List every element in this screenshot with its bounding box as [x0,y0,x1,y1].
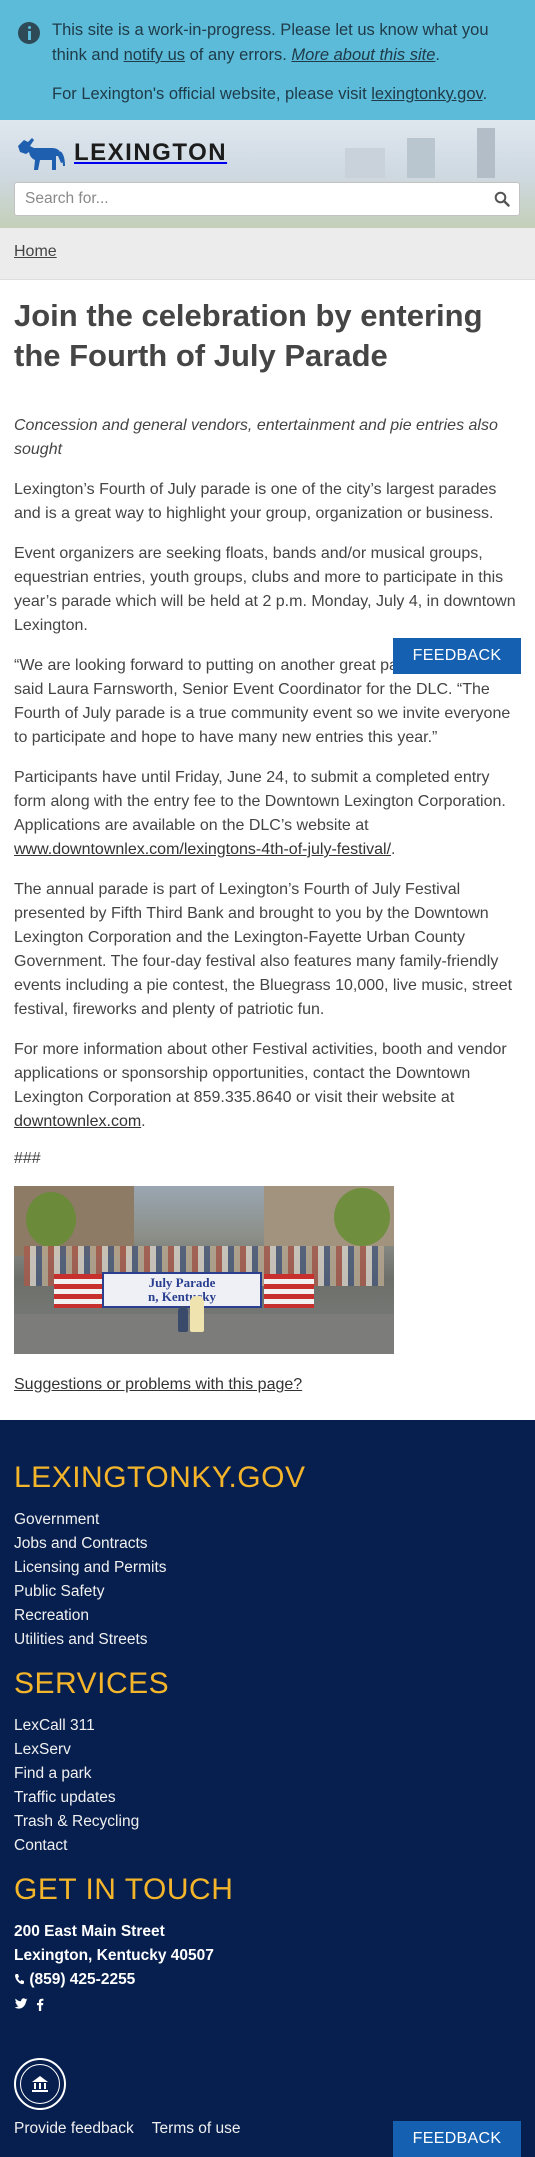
skyline-building [477,128,495,178]
footer-contact-heading: GET IN TOUCH [14,1873,234,1906]
city-seal-building [32,2076,48,2092]
breadcrumb-home-link[interactable]: Home [14,243,57,260]
provide-feedback-link[interactable]: Provide feedback [14,2120,134,2138]
footer-link-contact[interactable]: Contact [14,1837,67,1854]
footer-link-item: LexCall 311 [14,1714,521,1738]
footer-link-item: Jobs and Contracts [14,1532,521,1556]
footer-link-jobs[interactable]: Jobs and Contracts [14,1535,148,1552]
dlc-festival-link[interactable]: www.downtownlex.com/lexingtons-4th-of-ju… [14,841,391,858]
address-line-2: Lexington, Kentucky 40507 [14,1947,214,1964]
footer-link-public-safety[interactable]: Public Safety [14,1583,104,1600]
footer-link-item: Utilities and Streets [14,1628,521,1652]
footer-link-utilities[interactable]: Utilities and Streets [14,1631,148,1648]
end-marker: ### [14,1150,41,1167]
feedback-button[interactable]: FEEDBACK [393,638,521,674]
search-icon [494,191,510,207]
photo-parade-banner: July Parade n, Kentucky [102,1272,262,1308]
twitter-icon[interactable] [14,1998,28,2010]
footer-link-item: Contact [14,1834,521,1858]
article-paragraph: Participants have until Friday, June 24,… [14,766,521,862]
footer-link-item: Trash & Recycling [14,1810,521,1834]
about-site-link[interactable]: More about this site [291,46,435,64]
breadcrumb: Home [0,228,535,280]
social-links [14,1994,521,2014]
banner-text-3: . [435,46,441,64]
photo-banner-text: July Parade [148,1275,216,1290]
footer-link-traffic[interactable]: Traffic updates [14,1789,116,1806]
photo-banner-text: n, Kentucky [148,1289,216,1304]
skyline-building [345,148,385,178]
footer-link-item: Traffic updates [14,1786,521,1810]
site-footer: LEXINGTONKY.GOV Government Jobs and Cont… [0,1420,535,2157]
photo-road [14,1314,394,1354]
footer-link-lexcall[interactable]: LexCall 311 [14,1717,95,1734]
facebook-icon[interactable] [36,1998,44,2011]
footer-link-item: Licensing and Permits [14,1556,521,1580]
search-input[interactable] [15,184,485,214]
phone-line[interactable]: (859) 425-2255 [14,1968,521,1992]
footer-link-item: Government [14,1508,521,1532]
search-bar [14,182,520,216]
footer-link-item: Public Safety [14,1580,521,1604]
suggestions-line: Suggestions or problems with this page? [14,1376,521,1420]
downtownlex-link[interactable]: downtownlex.com [14,1113,141,1130]
footer-site-heading: LEXINGTONKY.GOV [14,1461,306,1494]
skyline-building [407,138,435,178]
horse-logo-icon [18,138,65,170]
official-site-link[interactable]: lexingtonky.gov [371,85,482,103]
photo-person [190,1296,204,1332]
city-seal-icon [14,2058,66,2110]
official-end: . [482,85,488,103]
search-button[interactable] [485,183,519,215]
terms-of-use-link[interactable]: Terms of use [152,2120,241,2138]
site-logo[interactable]: LEXINGTON [14,132,227,174]
work-in-progress-banner: This site is a work-in-progress. Please … [0,0,535,120]
photo-tree [334,1188,390,1246]
parade-photo: July Parade n, Kentucky [14,1186,394,1354]
phone-number: (859) 425-2255 [29,1971,136,1988]
paragraph-end: . [391,841,396,858]
photo-flag-stripes [54,1274,104,1308]
page-title: Join the celebration by entering the Fou… [14,298,483,373]
article-subtitle: Concession and general vendors, entertai… [14,417,498,458]
phone-icon [15,1974,24,1985]
banner-message: This site is a work-in-progress. Please … [52,18,515,68]
footer-services-heading: SERVICES [14,1667,170,1700]
article-paragraph: For more information about other Festiva… [14,1038,521,1134]
city-seal-inner [20,2064,60,2104]
contact-info: 200 East Main Street Lexington, Kentucky… [14,1920,521,1992]
official-text: For Lexington's official website, please… [52,85,367,103]
article-paragraph: Event organizers are seeking floats, ban… [14,545,516,634]
paragraph-text: Participants have until Friday, June 24,… [14,769,506,834]
address-line-1: 200 East Main Street [14,1923,165,1940]
footer-link-lexserv[interactable]: LexServ [14,1741,71,1758]
photo-person [178,1306,188,1332]
notify-us-link[interactable]: notify us [124,46,185,64]
suggestions-link[interactable]: Suggestions or problems with this page? [14,1376,302,1393]
footer-link-licensing[interactable]: Licensing and Permits [14,1559,167,1576]
footer-link-item: Find a park [14,1762,521,1786]
site-header: LEXINGTON [0,120,535,228]
footer-link-recreation[interactable]: Recreation [14,1607,89,1624]
official-site-message: For Lexington's official website, please… [52,82,515,107]
photo-tree [26,1192,76,1247]
logo-text: LEXINGTON [74,139,228,166]
footer-link-find-park[interactable]: Find a park [14,1765,92,1782]
footer-link-item: Recreation [14,1604,521,1628]
footer-link-government[interactable]: Government [14,1511,99,1528]
footer-site-links: Government Jobs and Contracts Licensing … [14,1508,521,1652]
footer-services-links: LexCall 311 LexServ Find a park Traffic … [14,1714,521,1858]
footer-link-item: LexServ [14,1738,521,1762]
banner-text-2: of any errors. [189,46,287,64]
article-paragraph: The annual parade is part of Lexington’s… [14,881,513,1018]
feedback-button-bottom[interactable]: FEEDBACK [393,2121,521,2157]
info-icon [18,22,40,44]
article-paragraph: Lexington’s Fourth of July parade is one… [14,481,497,522]
paragraph-end: . [141,1113,146,1130]
paragraph-text: For more information about other Festiva… [14,1041,507,1106]
main-content: Join the celebration by entering the Fou… [0,296,535,1420]
photo-flag-stripes [264,1274,314,1308]
footer-link-trash[interactable]: Trash & Recycling [14,1813,139,1830]
